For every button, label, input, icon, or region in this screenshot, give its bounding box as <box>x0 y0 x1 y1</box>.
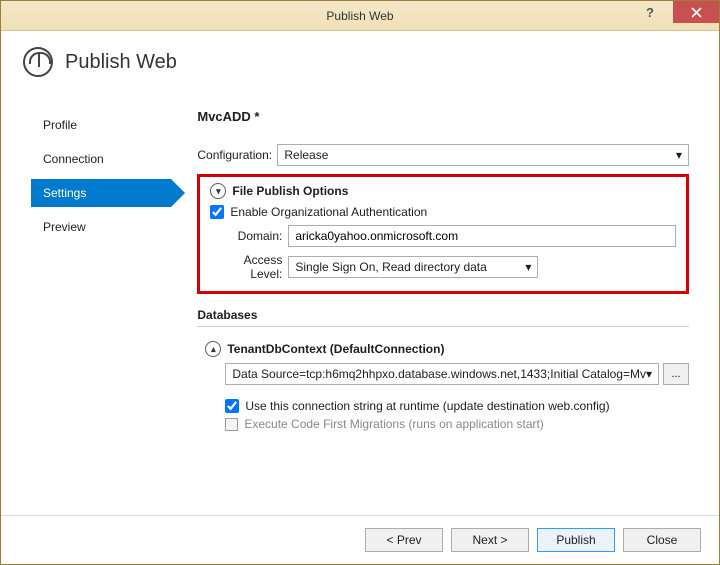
sidebar-item-profile[interactable]: Profile <box>31 111 177 139</box>
chevron-down-icon: ▾ <box>525 260 531 274</box>
exec-migrations-input[interactable] <box>225 418 238 431</box>
sidebar-item-connection[interactable]: Connection <box>31 145 177 173</box>
configuration-value: Release <box>284 148 328 162</box>
access-level-label: Access Level: <box>210 253 288 281</box>
connection-string-combo[interactable]: Data Source=tcp:h6mq2hhpxo.database.wind… <box>225 363 659 385</box>
window-title: Publish Web <box>1 9 719 23</box>
enable-org-auth-input[interactable] <box>210 205 224 219</box>
file-publish-options-title: File Publish Options <box>232 184 348 198</box>
connection-string-browse-button[interactable]: ... <box>663 363 689 385</box>
profile-name-label: MvcADD * <box>197 109 689 124</box>
configuration-combo[interactable]: Release ▾ <box>277 144 689 166</box>
expand-icon[interactable]: ▴ <box>205 341 221 357</box>
close-window-button[interactable] <box>673 1 719 23</box>
next-button[interactable]: Next > <box>451 528 529 552</box>
databases-section-title: Databases <box>197 308 689 327</box>
title-bar: Publish Web ? <box>1 1 719 31</box>
sidebar-item-preview[interactable]: Preview <box>31 213 177 241</box>
file-publish-options-group: ▾ File Publish Options Enable Organizati… <box>197 174 689 294</box>
chevron-down-icon: ▾ <box>646 367 652 381</box>
use-connection-checkbox[interactable]: Use this connection string at runtime (u… <box>225 399 689 413</box>
publish-web-dialog: Publish Web ? Publish Web Profile Connec… <box>0 0 720 565</box>
connection-string-value: Data Source=tcp:h6mq2hhpxo.database.wind… <box>232 367 646 381</box>
dialog-header: Publish Web <box>1 31 719 91</box>
sidebar-nav: Profile Connection Settings Preview <box>1 91 177 515</box>
domain-input[interactable] <box>288 225 676 247</box>
globe-icon <box>23 47 53 77</box>
chevron-down-icon: ▾ <box>676 148 682 162</box>
dialog-title: Publish Web <box>65 51 177 74</box>
close-button[interactable]: Close <box>623 528 701 552</box>
close-icon <box>691 7 702 18</box>
access-level-combo[interactable]: Single Sign On, Read directory data ▾ <box>288 256 538 278</box>
exec-migrations-label: Execute Code First Migrations (runs on a… <box>244 417 543 431</box>
use-connection-input[interactable] <box>225 399 239 413</box>
publish-button[interactable]: Publish <box>537 528 615 552</box>
configuration-label: Configuration: <box>197 148 277 162</box>
enable-org-auth-checkbox[interactable]: Enable Organizational Authentication <box>210 205 676 219</box>
settings-panel: MvcADD * Configuration: Release ▾ ▾ File… <box>177 91 719 515</box>
help-button[interactable]: ? <box>627 1 673 23</box>
db-context-name: TenantDbContext (DefaultConnection) <box>227 342 444 356</box>
access-level-value: Single Sign On, Read directory data <box>295 260 486 274</box>
use-connection-label: Use this connection string at runtime (u… <box>245 399 609 413</box>
dialog-footer: < Prev Next > Publish Close <box>1 515 719 564</box>
domain-label: Domain: <box>210 229 288 243</box>
collapse-icon[interactable]: ▾ <box>210 183 226 199</box>
exec-migrations-checkbox[interactable]: Execute Code First Migrations (runs on a… <box>225 417 689 431</box>
prev-button[interactable]: < Prev <box>365 528 443 552</box>
sidebar-item-settings[interactable]: Settings <box>31 179 171 207</box>
enable-org-auth-label: Enable Organizational Authentication <box>230 205 427 219</box>
